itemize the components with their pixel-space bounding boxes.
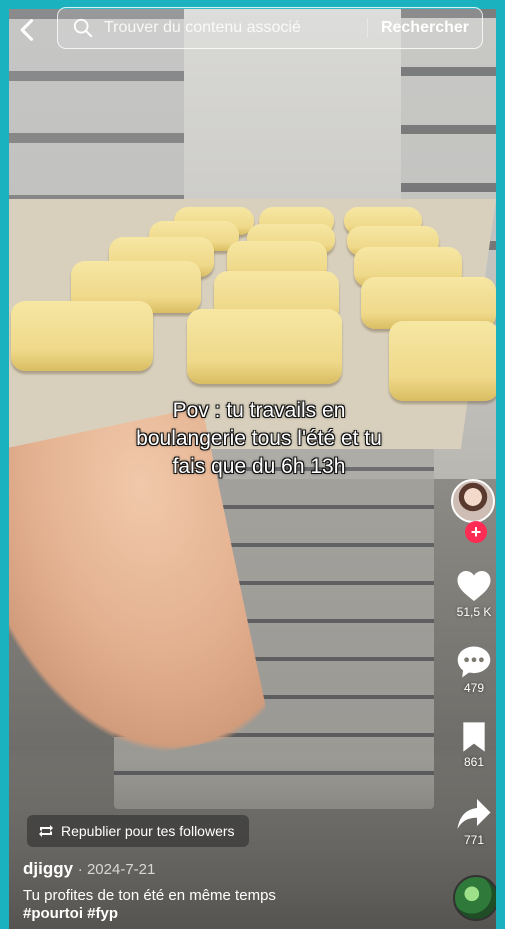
post-date: · 2024-7-21 (77, 861, 156, 878)
search-input[interactable] (102, 18, 367, 38)
comment-icon (457, 646, 491, 678)
save-count: 861 (463, 755, 485, 769)
caption-line: fais que du 6h 13h (172, 455, 346, 478)
repost-button[interactable]: Republier pour tes followers (27, 815, 249, 847)
save-button[interactable]: 861 (451, 721, 496, 769)
like-button[interactable]: 51,5 K (451, 569, 496, 619)
music-disc[interactable] (453, 875, 496, 921)
follow-button[interactable]: + (465, 521, 487, 543)
description-text: Tu profites de ton été en même temps (23, 887, 276, 904)
search-icon (73, 18, 93, 38)
search-button[interactable]: Rechercher (366, 18, 482, 38)
search-bar[interactable]: Rechercher (57, 7, 483, 49)
video-caption: Pov : tu travails en boulangerie tous l'… (69, 397, 449, 481)
hashtags[interactable]: #pourtoi #fyp (23, 905, 423, 923)
comment-button[interactable]: 479 (451, 645, 496, 695)
author-name[interactable]: djiggy (23, 859, 73, 878)
creator-avatar[interactable] (451, 479, 495, 523)
share-arrow-icon (457, 799, 491, 829)
back-button[interactable] (14, 16, 42, 44)
pastry (187, 309, 342, 384)
repost-label: Republier pour tes followers (61, 823, 235, 839)
comment-count: 479 (463, 681, 485, 695)
caption-line: Pov : tu travails en (172, 399, 346, 422)
repost-icon (39, 825, 53, 837)
share-count: 771 (463, 833, 485, 847)
post-description: Tu profites de ton été en même temps #po… (23, 887, 423, 923)
share-button[interactable]: 771 (451, 797, 496, 847)
video-frame[interactable]: Pov : tu travails en boulangerie tous l'… (9, 9, 496, 929)
heart-icon (457, 571, 491, 601)
like-count: 51,5 K (456, 605, 492, 619)
bookmark-icon (463, 722, 485, 752)
chevron-left-icon (20, 19, 34, 41)
pastry (11, 301, 153, 371)
pastry (389, 321, 496, 401)
author-line: djiggy · 2024-7-21 (23, 859, 155, 879)
caption-line: boulangerie tous l'été et tu (136, 427, 382, 450)
